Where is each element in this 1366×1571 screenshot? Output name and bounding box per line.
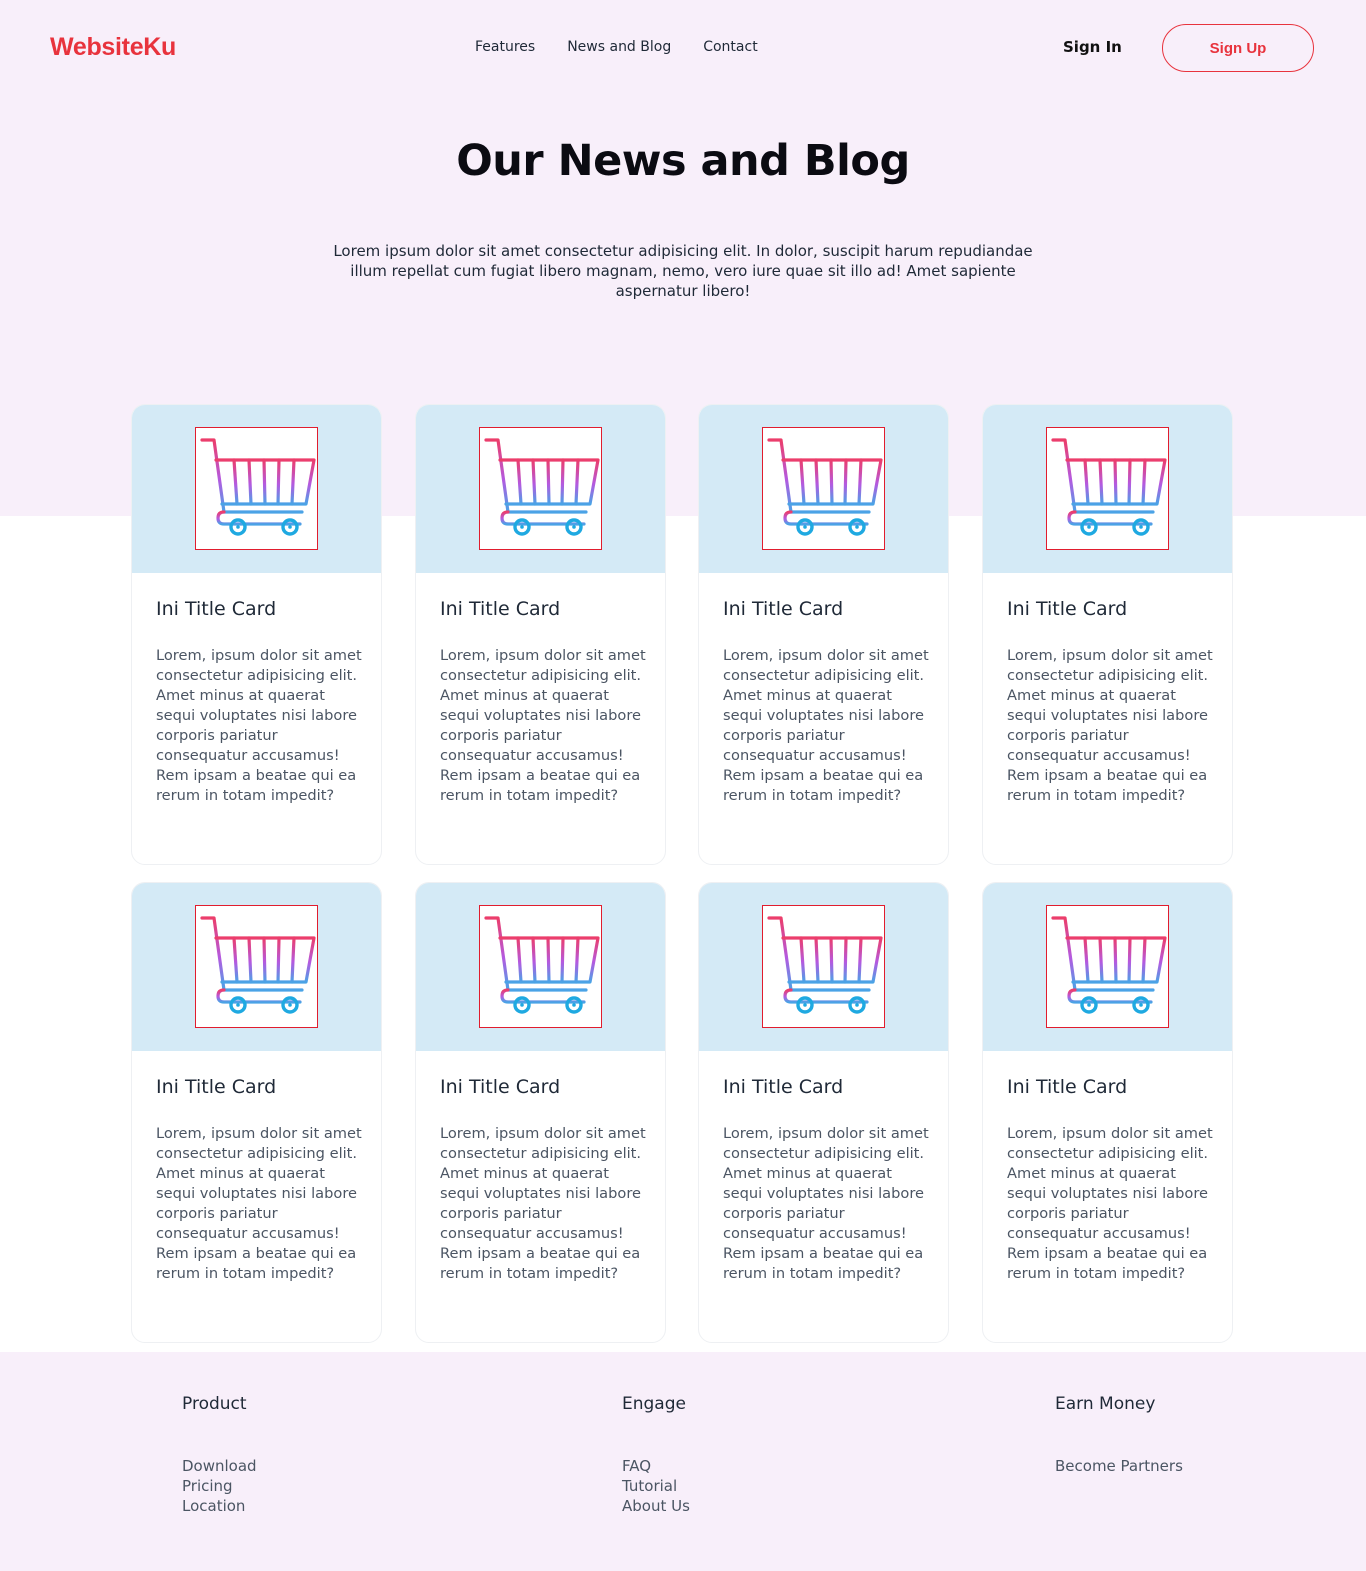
- footer-column-title: Product: [182, 1394, 247, 1414]
- card-image-area: [416, 405, 665, 573]
- card-image-area: [132, 883, 381, 1051]
- shopping-cart-icon: [479, 427, 602, 550]
- card-text: Lorem, ipsum dolor sit amet consectetur …: [1007, 647, 1213, 804]
- blog-card[interactable]: Ini Title Card Lorem, ipsum dolor sit ame…: [698, 404, 949, 865]
- card-title: Ini Title Card: [440, 1076, 561, 1098]
- footer-link-location[interactable]: Location: [182, 1496, 257, 1516]
- card-title: Ini Title Card: [156, 1076, 277, 1098]
- footer-link-become-partners[interactable]: Become Partners: [1055, 1456, 1183, 1476]
- page-title: Our News and Blog: [456, 136, 910, 186]
- blog-card[interactable]: Ini Title Card Lorem, ipsum dolor sit ame…: [415, 404, 666, 865]
- footer-link-download[interactable]: Download: [182, 1456, 257, 1476]
- card-text: Lorem, ipsum dolor sit amet consectetur …: [156, 1125, 362, 1282]
- card-text: Lorem, ipsum dolor sit amet consectetur …: [723, 647, 929, 804]
- sign-up-button[interactable]: Sign Up: [1162, 24, 1314, 72]
- shopping-cart-icon: [762, 427, 885, 550]
- footer-link-about-us[interactable]: About Us: [622, 1496, 690, 1516]
- footer-link-faq[interactable]: FAQ: [622, 1456, 690, 1476]
- card-title: Ini Title Card: [156, 598, 277, 620]
- shopping-cart-icon: [195, 905, 318, 1028]
- card-title: Ini Title Card: [723, 598, 844, 620]
- blog-card[interactable]: Ini Title Card Lorem, ipsum dolor sit ame…: [131, 404, 382, 865]
- blog-card[interactable]: Ini Title Card Lorem, ipsum dolor sit ame…: [698, 882, 949, 1343]
- shopping-cart-icon: [1046, 905, 1169, 1028]
- card-title: Ini Title Card: [1007, 1076, 1128, 1098]
- card-text: Lorem, ipsum dolor sit amet consectetur …: [440, 1125, 646, 1282]
- footer-column-earn-money: Earn Money Become Partners: [1055, 1394, 1183, 1476]
- brand-logo[interactable]: WebsiteKu: [50, 33, 176, 62]
- card-image-area: [983, 883, 1232, 1051]
- blog-card[interactable]: Ini Title Card Lorem, ipsum dolor sit ame…: [982, 404, 1233, 865]
- nav-item-features[interactable]: Features: [475, 39, 535, 55]
- blog-card[interactable]: Ini Title Card Lorem, ipsum dolor sit ame…: [131, 882, 382, 1343]
- blog-card[interactable]: Ini Title Card Lorem, ipsum dolor sit ame…: [982, 882, 1233, 1343]
- footer-column-engage: Engage FAQ Tutorial About Us: [622, 1394, 690, 1516]
- blog-card[interactable]: Ini Title Card Lorem, ipsum dolor sit ame…: [415, 882, 666, 1343]
- card-image-area: [416, 883, 665, 1051]
- footer-link-pricing[interactable]: Pricing: [182, 1476, 257, 1496]
- card-text: Lorem, ipsum dolor sit amet consectetur …: [440, 647, 646, 804]
- footer-column-product: Product Download Pricing Location: [182, 1394, 257, 1516]
- nav-item-contact[interactable]: Contact: [703, 39, 757, 55]
- shopping-cart-icon: [1046, 427, 1169, 550]
- card-text: Lorem, ipsum dolor sit amet consectetur …: [156, 647, 362, 804]
- shopping-cart-icon: [195, 427, 318, 550]
- card-image-area: [983, 405, 1232, 573]
- footer-column-title: Earn Money: [1055, 1394, 1156, 1414]
- sign-in-link[interactable]: Sign In: [1063, 38, 1122, 56]
- hero-description: Lorem ipsum dolor sit amet consectetur a…: [333, 242, 1033, 300]
- card-image-area: [699, 405, 948, 573]
- card-title: Ini Title Card: [723, 1076, 844, 1098]
- card-image-area: [132, 405, 381, 573]
- card-title: Ini Title Card: [1007, 598, 1128, 620]
- card-title: Ini Title Card: [440, 598, 561, 620]
- card-text: Lorem, ipsum dolor sit amet consectetur …: [1007, 1125, 1213, 1282]
- card-image-area: [699, 883, 948, 1051]
- card-text: Lorem, ipsum dolor sit amet consectetur …: [723, 1125, 929, 1282]
- main-nav: Features News and Blog Contact: [475, 39, 790, 55]
- shopping-cart-icon: [762, 905, 885, 1028]
- footer-column-title: Engage: [622, 1394, 686, 1414]
- nav-item-news-and-blog[interactable]: News and Blog: [567, 39, 671, 55]
- shopping-cart-icon: [479, 905, 602, 1028]
- footer-link-tutorial[interactable]: Tutorial: [622, 1476, 690, 1496]
